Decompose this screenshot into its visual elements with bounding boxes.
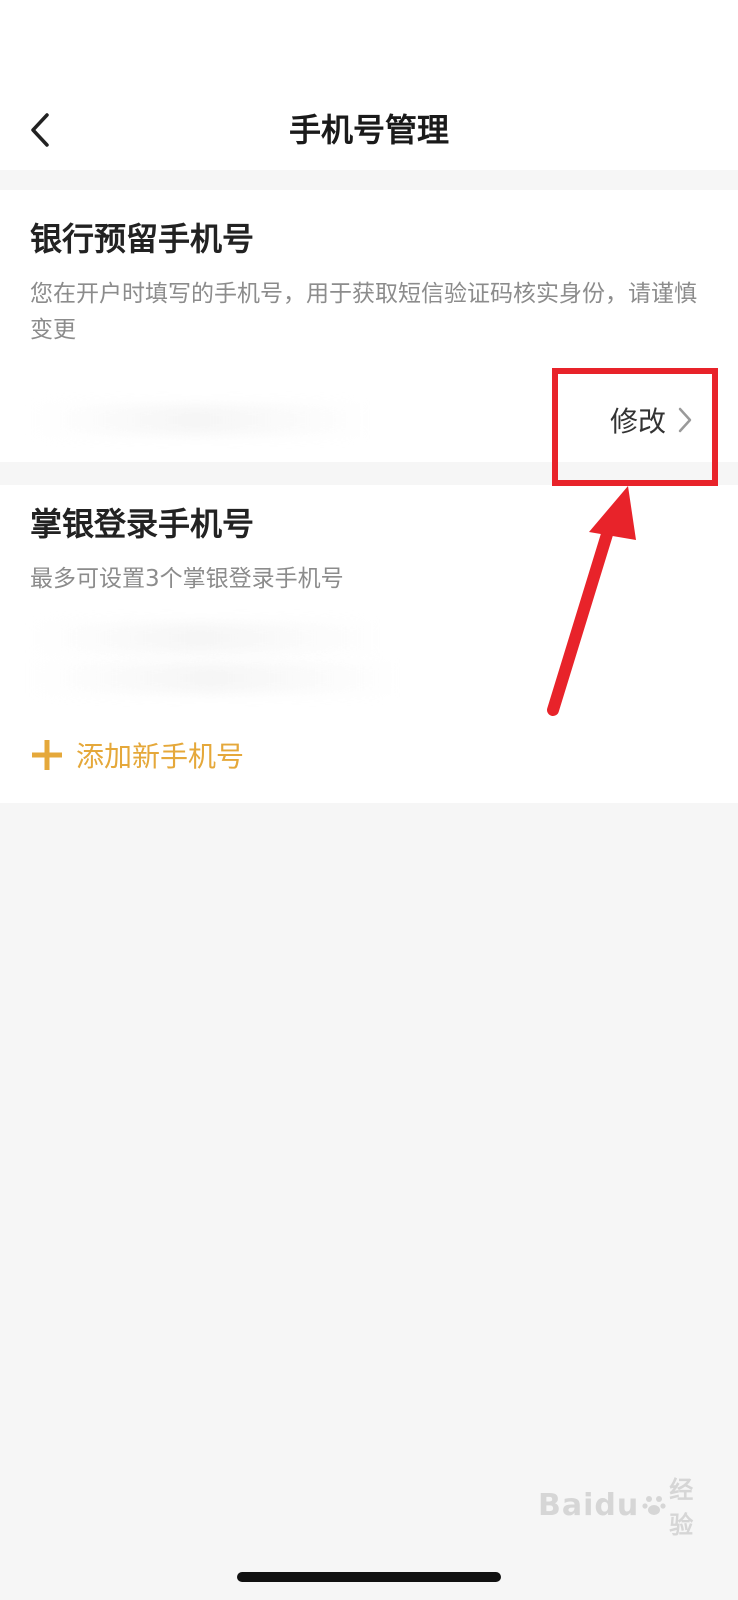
watermark-logo: Baidu xyxy=(538,1487,640,1523)
home-indicator[interactable] xyxy=(237,1572,501,1582)
paw-icon xyxy=(641,1492,667,1518)
watermark-text: 经验 xyxy=(669,1476,695,1539)
annotation-arrow xyxy=(547,486,636,716)
watermark: Baidu 经验 xyxy=(538,1470,708,1540)
